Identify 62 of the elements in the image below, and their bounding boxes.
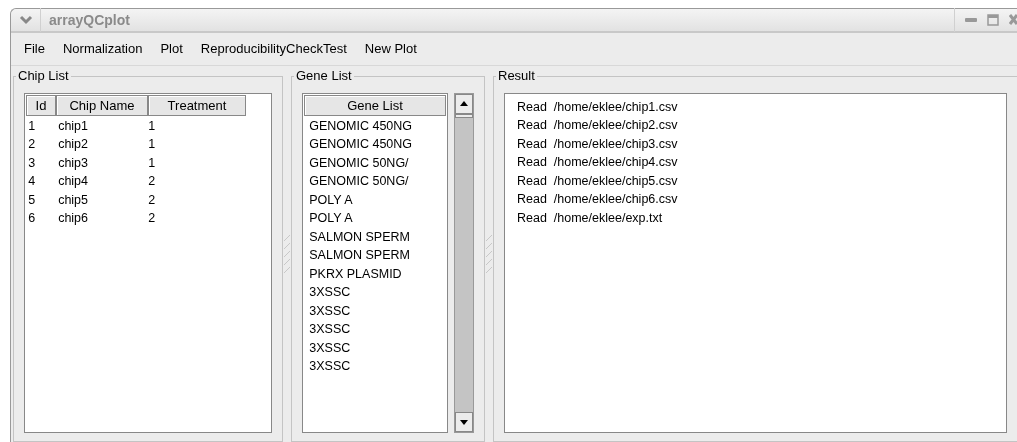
column-header[interactable]: Id xyxy=(26,94,56,116)
list-item[interactable]: 3XSSC xyxy=(309,320,441,339)
table-cell-text: chip3 xyxy=(58,154,89,172)
table-cell-text: 2 xyxy=(28,136,37,153)
up-arrow-icon xyxy=(460,101,468,106)
close-icon[interactable] xyxy=(1009,14,1017,26)
list-item[interactable]: POLY A xyxy=(309,209,441,228)
table-cell-text: 4 xyxy=(28,173,37,190)
log-line: Read /home/eklee/chip1.csv xyxy=(517,98,679,116)
list-item[interactable]: GENOMIC 450NG xyxy=(309,116,441,135)
table-cell-text: 3 xyxy=(28,154,37,172)
table-cell-text: 6 xyxy=(28,210,37,227)
list-item[interactable]: SALMON SPERM xyxy=(309,227,441,246)
column-header[interactable]: Treatment xyxy=(148,94,246,116)
window-title: arrayQCplot xyxy=(48,10,131,30)
table-cell-text: 1 xyxy=(148,136,157,153)
table-cell-text: chip2 xyxy=(58,136,89,153)
table-cell-text: 1 xyxy=(148,154,157,172)
down-arrow-icon xyxy=(460,419,468,425)
list-item[interactable]: 3XSSC xyxy=(309,357,441,376)
list-item[interactable]: GENOMIC 50NG/ xyxy=(309,172,441,191)
log-line: Read /home/eklee/chip6.csv xyxy=(517,191,679,208)
table-cell-text: chip4 xyxy=(58,173,89,190)
table-cell-text: chip5 xyxy=(58,191,89,209)
menu-item[interactable]: File xyxy=(15,37,54,61)
minimize-icon[interactable] xyxy=(965,17,977,23)
table-cell-text: 2 xyxy=(148,173,157,190)
menu-item[interactable]: Plot xyxy=(151,37,192,61)
list-item[interactable]: 3XSSC xyxy=(309,338,441,357)
splitter-grip-icon[interactable] xyxy=(486,234,492,275)
result-text-area[interactable]: Read /home/eklee/chip1.csv Read /home/eklee/chip2.csv Read /home/eklee/chip3.csv Read /home/eklee/chip4.csv Read /home/eklee/chip5.csv Read /home/eklee/chip6.csv Read /home/eklee/exp.txt xyxy=(504,92,1007,433)
log-line: Read /home/eklee/chip5.csv xyxy=(517,172,679,190)
scroll-up-button[interactable] xyxy=(455,93,473,114)
maximize-icon[interactable] xyxy=(987,14,999,26)
list-item[interactable]: 3XSSC xyxy=(309,301,441,320)
menu-item[interactable]: New Plot xyxy=(355,37,426,61)
list-item[interactable]: SALMON SPERM xyxy=(309,246,441,265)
scroll-down-button[interactable] xyxy=(455,412,473,432)
column-header[interactable]: Chip Name xyxy=(56,94,148,116)
table-cell-text: 2 xyxy=(148,191,157,209)
list-item[interactable]: 3XSSC xyxy=(309,283,441,302)
table-cell-text: 5 xyxy=(28,191,37,209)
scrollbar[interactable] xyxy=(454,92,474,433)
menu-item[interactable]: ReproducibilityCheckTest xyxy=(191,37,356,61)
list-item[interactable]: GENOMIC 50NG/ xyxy=(309,153,441,172)
list-item[interactable]: PKRX PLASMID xyxy=(309,264,441,283)
log-line: Read /home/eklee/chip4.csv xyxy=(517,154,679,171)
log-line: Read /home/eklee/chip2.csv xyxy=(517,117,679,134)
table-cell-text: 1 xyxy=(148,117,157,135)
menu-item[interactable]: Normalization xyxy=(53,37,152,61)
table-cell-text: chip1 xyxy=(58,117,89,135)
table-cell-text: 1 xyxy=(28,117,37,135)
column-header[interactable]: Gene List xyxy=(304,94,446,116)
table-cell-text: chip6 xyxy=(58,210,89,227)
log-line: Read /home/eklee/chip3.csv xyxy=(517,135,679,153)
splitter-grip-icon[interactable] xyxy=(284,234,290,275)
scroll-thumb[interactable] xyxy=(455,113,473,118)
chevron-down-icon[interactable] xyxy=(18,15,33,25)
table-cell-text: 2 xyxy=(148,210,157,227)
list-item[interactable]: POLY A xyxy=(309,190,441,209)
list-item[interactable]: GENOMIC 450NG xyxy=(309,135,441,154)
log-line: Read /home/eklee/exp.txt xyxy=(517,209,664,227)
